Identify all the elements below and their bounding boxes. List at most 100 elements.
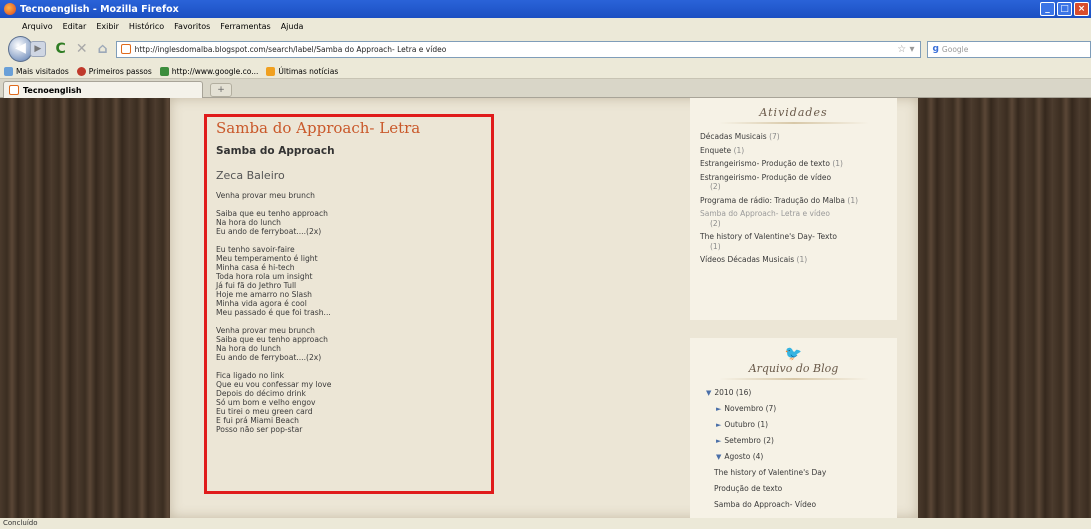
window-title: Tecnoenglish - Mozilla Firefox [20,3,179,15]
address-url[interactable]: http://inglesdomalba.blogspot.com/search… [135,45,447,54]
archive-month[interactable]: ► Setembro (2) [700,436,887,446]
close-button[interactable]: × [1074,2,1089,16]
label-link-current[interactable]: Samba do Approach- Letra e vídeo (2) [700,209,887,228]
label-link[interactable]: The history of Valentine's Day- Texto (1) [700,232,887,251]
firefox-icon [76,66,86,76]
new-tab-button[interactable]: + [210,83,232,97]
lyrics-stanza: Saiba que eu tenho approach Na hora do l… [216,209,482,236]
label-text[interactable]: Samba do Approach- Letra e vídeo [700,209,830,218]
lyrics-stanza: Venha provar meu brunch Saiba que eu ten… [216,326,482,362]
collapse-triangle-icon[interactable]: ▼ [716,453,721,461]
label-text[interactable]: Vídeos Décadas Musicais [700,255,794,264]
archive-label[interactable]: Produção de texto [714,484,782,493]
navigation-toolbar: ◀ ▶ C ✕ ⌂ http://inglesdomalba.blogspot.… [0,34,1091,64]
bookmark-google[interactable]: http://www.google.co... [159,66,258,76]
label-text[interactable]: The history of Valentine's Day- Texto [700,232,837,241]
home-icon[interactable]: ⌂ [98,41,108,57]
archive-count: (16) [735,388,752,397]
lyrics-line: Eu ando de ferryboat....(2x) [216,227,322,236]
minimize-button[interactable]: _ [1040,2,1055,16]
archive-label[interactable]: 2010 [714,388,733,397]
expand-triangle-icon[interactable]: ► [716,437,721,445]
tab-tecnoenglish[interactable]: Tecnoenglish [3,81,203,98]
lyrics-line: Eu ando de ferryboat....(2x) [216,353,322,362]
blog-post-highlighted: Samba do Approach- Letra Samba do Approa… [204,114,494,494]
sidebar-archive-widget: 🐦 Arquivo do Blog ▼ 2010 (16) ► Novembro (… [690,338,897,518]
maximize-button[interactable]: □ [1057,2,1072,16]
lyrics-line: Minha casa é hi-tech [216,263,295,272]
lyrics-line: Minha vida agora é cool [216,299,307,308]
archive-count: (1) [757,420,769,429]
lyrics-line: Na hora do lunch [216,218,281,227]
label-link[interactable]: Enquete (1) [700,146,887,156]
stop-icon[interactable]: ✕ [76,41,88,57]
label-link[interactable]: Programa de rádio: Tradução do Malba (1) [700,196,887,206]
archive-year[interactable]: ▼ 2010 (16) [700,388,887,398]
archive-post-link[interactable]: Produção de texto [700,484,887,494]
archive-label[interactable]: Setembro [724,436,761,445]
archive-label[interactable]: Novembro [724,404,763,413]
bookmark-star-icon[interactable]: ☆ ▾ [897,44,914,55]
bookmark-ultimas-noticias[interactable]: Últimas notícias [266,66,338,76]
label-text[interactable]: Programa de rádio: Tradução do Malba [700,196,845,205]
window-titlebar: Tecnoenglish - Mozilla Firefox _ □ × [0,0,1091,18]
label-link[interactable]: Estrangeirismo- Produção de texto (1) [700,159,887,169]
site-favicon-icon [120,44,131,54]
archive-post-link[interactable]: The history of Valentine's Day [700,468,887,478]
collapse-triangle-icon[interactable]: ▼ [706,389,711,397]
expand-triangle-icon[interactable]: ► [716,405,721,413]
archive-post-link[interactable]: Samba do Approach- Vídeo [700,500,887,510]
post-author: Zeca Baleiro [216,169,285,182]
label-link[interactable]: Vídeos Décadas Musicais (1) [700,255,887,265]
label-count: (7) [769,132,780,141]
reload-icon[interactable]: C [56,41,66,57]
archive-month[interactable]: ► Outubro (1) [700,420,887,430]
bookmark-label: Mais visitados [16,66,69,76]
divider [718,122,869,124]
search-placeholder[interactable]: Google [942,45,968,54]
menu-arquivo[interactable]: Arquivo [22,22,53,31]
address-bar[interactable]: http://inglesdomalba.blogspot.com/search… [115,40,922,58]
label-text[interactable]: Décadas Musicais [700,132,767,141]
lyrics-stanza: Venha provar meu brunch [216,191,482,200]
archive-count: (7) [765,404,777,413]
archive-label[interactable]: The history of Valentine's Day [714,468,826,477]
archive-month[interactable]: ▼ Agosto (4) [700,452,887,462]
archive-label[interactable]: Samba do Approach- Vídeo [714,500,816,509]
menu-editar[interactable]: Editar [63,22,87,31]
blogger-icon [9,85,19,95]
label-text[interactable]: Enquete [700,146,731,155]
lyrics-line: Na hora do lunch [216,344,281,353]
expand-triangle-icon[interactable]: ► [716,421,721,429]
label-count: (1) [832,159,843,168]
menu-historico[interactable]: Histórico [129,22,164,31]
label-text[interactable]: Estrangeirismo- Produção de vídeo [700,173,831,182]
archive-tree: ▼ 2010 (16) ► Novembro (7) ► Outubro (1) ► S… [700,388,887,510]
menu-ferramentas[interactable]: Ferramentas [220,22,270,31]
label-text[interactable]: Estrangeirismo- Produção de texto [700,159,830,168]
bookmarks-toolbar: Mais visitados Primeiros passos http://w… [0,64,1091,79]
page-viewport[interactable]: Samba do Approach- Letra Samba do Approa… [0,98,1091,518]
search-box[interactable]: g Google ⌕ [927,40,1091,58]
label-link[interactable]: Estrangeirismo- Produção de vídeo (2) [700,173,887,192]
archive-label[interactable]: Outubro [724,420,755,429]
forward-button[interactable]: ▶ [30,41,46,57]
lyrics-line: Meu passado é que foi trash... [216,308,331,317]
post-title[interactable]: Samba do Approach- Letra [216,119,482,137]
label-count: (2) [710,182,721,191]
archive-label[interactable]: Agosto [724,452,750,461]
archive-month[interactable]: ► Novembro (7) [700,404,887,414]
bookmark-mais-visitados[interactable]: Mais visitados [4,66,69,76]
label-count: (1) [847,195,859,205]
menu-exibir[interactable]: Exibir [96,22,119,31]
blog-content-area: Samba do Approach- Letra Samba do Approa… [170,98,918,518]
label-link[interactable]: Décadas Musicais (7) [700,132,887,142]
bookmark-primeiros-passos[interactable]: Primeiros passos [76,66,152,76]
lyrics-line: Saiba que eu tenho approach [216,209,328,218]
menu-ajuda[interactable]: Ajuda [281,22,304,31]
tab-bar: Tecnoenglish + [0,79,1091,98]
menu-favoritos[interactable]: Favoritos [174,22,210,31]
lyrics-line: Eu tirei o meu green card [216,407,313,416]
archive-widget-title: Arquivo do Blog [748,362,839,375]
lyrics-line: E fui prá Miami Beach [216,416,299,425]
